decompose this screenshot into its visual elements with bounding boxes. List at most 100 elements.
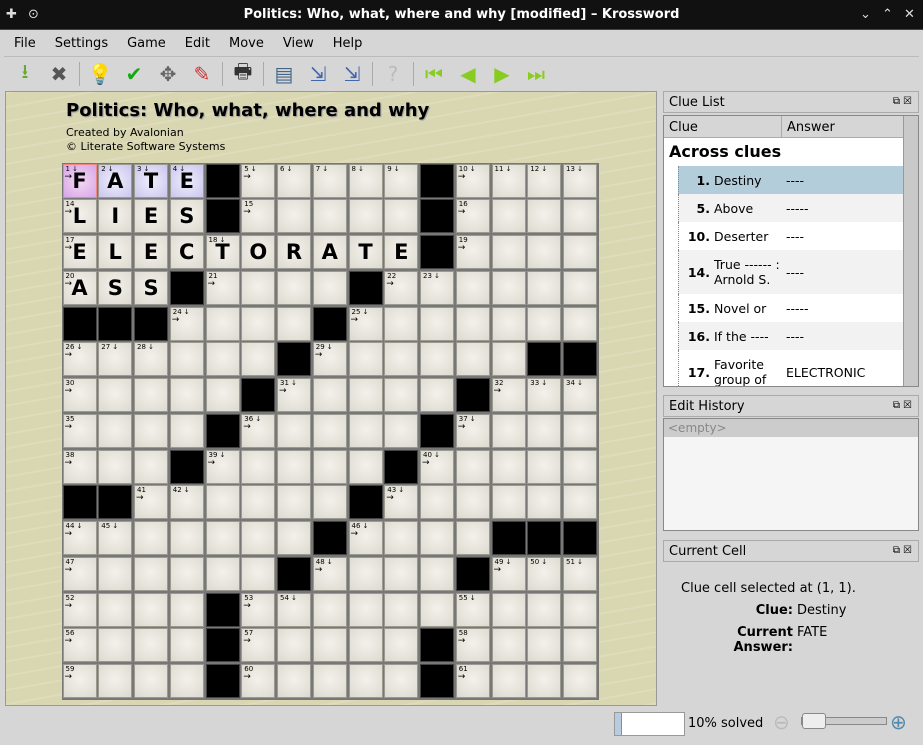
grid-cell[interactable]: 56 → [62, 628, 97, 663]
grid-cell[interactable]: 55 ↓ [455, 592, 490, 627]
grid-cell[interactable] [384, 628, 419, 663]
grid-cell[interactable] [98, 664, 133, 698]
grid-cell[interactable]: 61 → [455, 664, 490, 698]
grid-cell[interactable]: 38 → [62, 449, 97, 484]
grid-cell[interactable] [348, 449, 383, 484]
zoom-slider-handle[interactable] [802, 713, 826, 729]
grid-cell[interactable]: 43 ↓ → [384, 485, 419, 520]
grid-cell[interactable] [491, 485, 526, 520]
grid-cell[interactable] [491, 270, 526, 305]
forward-button[interactable]: ▶ [485, 59, 519, 89]
grid-cell[interactable] [312, 270, 347, 305]
grid-cell[interactable]: 18 ↓ T [205, 235, 240, 269]
grid-cell[interactable]: 46 ↓ → [348, 521, 383, 555]
grid-cell[interactable] [563, 199, 597, 234]
grid-cell[interactable] [134, 449, 168, 484]
grid-cell[interactable] [491, 413, 526, 448]
grid-cell[interactable] [455, 485, 490, 520]
grid-cell[interactable] [277, 521, 311, 555]
grid-cell[interactable] [169, 378, 204, 412]
save-button[interactable]: ⭳ [8, 59, 42, 89]
grid-cell[interactable] [420, 556, 454, 591]
menu-settings[interactable]: Settings [55, 36, 108, 51]
dock-float-close-icons[interactable]: ⧉☒ [893, 96, 915, 107]
grid-cell[interactable] [312, 592, 347, 627]
grid-cell[interactable] [455, 306, 490, 341]
solve-button[interactable]: ✥ [151, 59, 185, 89]
grid-cell[interactable] [563, 413, 597, 448]
grid-cell[interactable]: 39 ↓ → [205, 449, 240, 484]
grid-cell[interactable]: 27 ↓ [98, 342, 133, 377]
grid-cell[interactable]: 16 → [455, 199, 490, 234]
grid-cell[interactable] [420, 306, 454, 341]
grid-cell[interactable]: C [169, 235, 204, 269]
grid-cell[interactable] [169, 592, 204, 627]
grid-cell[interactable] [169, 342, 204, 377]
grid-cell[interactable] [348, 413, 383, 448]
grid-cell[interactable]: 26 ↓ → [62, 342, 97, 377]
grid-cell[interactable] [169, 628, 204, 663]
grid-cell[interactable] [455, 449, 490, 484]
grid-cell[interactable] [384, 306, 419, 341]
grid-cell[interactable] [169, 521, 204, 555]
grid-cell[interactable] [563, 306, 597, 341]
grid-cell[interactable] [277, 199, 311, 234]
clue-row[interactable]: 14. True ------ : Arnold S. ---- [678, 250, 918, 294]
back-button[interactable]: ◀ [451, 59, 485, 89]
grid-cell[interactable] [277, 449, 311, 484]
grid-cell[interactable] [241, 306, 276, 341]
grid-cell[interactable]: O [241, 235, 276, 269]
check-button[interactable]: ✔ [117, 59, 151, 89]
grid-cell[interactable]: 20 → A [62, 270, 97, 305]
grid-cell[interactable] [491, 628, 526, 663]
grid-cell[interactable]: 57 → [241, 628, 276, 663]
grid-cell[interactable] [491, 306, 526, 341]
close-window-icon[interactable]: ✕ [904, 7, 915, 22]
grid-cell[interactable]: 50 ↓ [527, 556, 562, 591]
grid-cell[interactable] [527, 413, 562, 448]
menu-edit[interactable]: Edit [185, 36, 210, 51]
grid-cell[interactable]: T [348, 235, 383, 269]
grid-cell[interactable] [169, 664, 204, 698]
grid-cell[interactable] [312, 378, 347, 412]
grid-cell[interactable]: S [98, 270, 133, 305]
grid-cell[interactable]: 5 ↓ → [241, 163, 276, 198]
menu-file[interactable]: File [14, 36, 36, 51]
grid-cell[interactable]: S [134, 270, 168, 305]
grid-cell[interactable] [563, 270, 597, 305]
clue-row[interactable]: 15. Novel or ----- [678, 294, 918, 322]
column-clue[interactable]: Clue [664, 116, 782, 137]
grid-cell[interactable] [169, 413, 204, 448]
grid-cell[interactable] [205, 556, 240, 591]
grid-cell[interactable]: 53 → [241, 592, 276, 627]
grid-cell[interactable]: 48 ↓ → [312, 556, 347, 591]
grid-cell[interactable] [420, 342, 454, 377]
grid-cell[interactable]: 9 ↓ [384, 163, 419, 198]
grid-cell[interactable]: 32 → [491, 378, 526, 412]
grid-cell[interactable] [527, 235, 562, 269]
grid-cell[interactable]: 58 → [455, 628, 490, 663]
grid-cell[interactable] [491, 342, 526, 377]
grid-cell[interactable] [277, 664, 311, 698]
document-button[interactable]: ▤ [267, 59, 301, 89]
grid-cell[interactable]: L [98, 235, 133, 269]
menu-help[interactable]: Help [333, 36, 363, 51]
grid-cell[interactable] [241, 556, 276, 591]
grid-cell[interactable]: 36 ↓ → [241, 413, 276, 448]
grid-cell[interactable] [491, 592, 526, 627]
grid-cell[interactable] [527, 306, 562, 341]
grid-cell[interactable] [491, 199, 526, 234]
grid-cell[interactable]: 4 ↓ E [169, 163, 204, 198]
dock-float-close-icons[interactable]: ⧉☒ [893, 545, 915, 556]
grid-cell[interactable] [527, 270, 562, 305]
grid-cell[interactable] [241, 521, 276, 555]
grid-cell[interactable] [348, 378, 383, 412]
grid-cell[interactable]: 41 → [134, 485, 168, 520]
grid-cell[interactable] [420, 378, 454, 412]
clue-next-button[interactable]: ⇲ [335, 59, 369, 89]
grid-cell[interactable]: 10 ↓ → [455, 163, 490, 198]
grid-cell[interactable] [348, 592, 383, 627]
grid-cell[interactable]: R [277, 235, 311, 269]
grid-cell[interactable] [169, 556, 204, 591]
grid-cell[interactable] [348, 556, 383, 591]
